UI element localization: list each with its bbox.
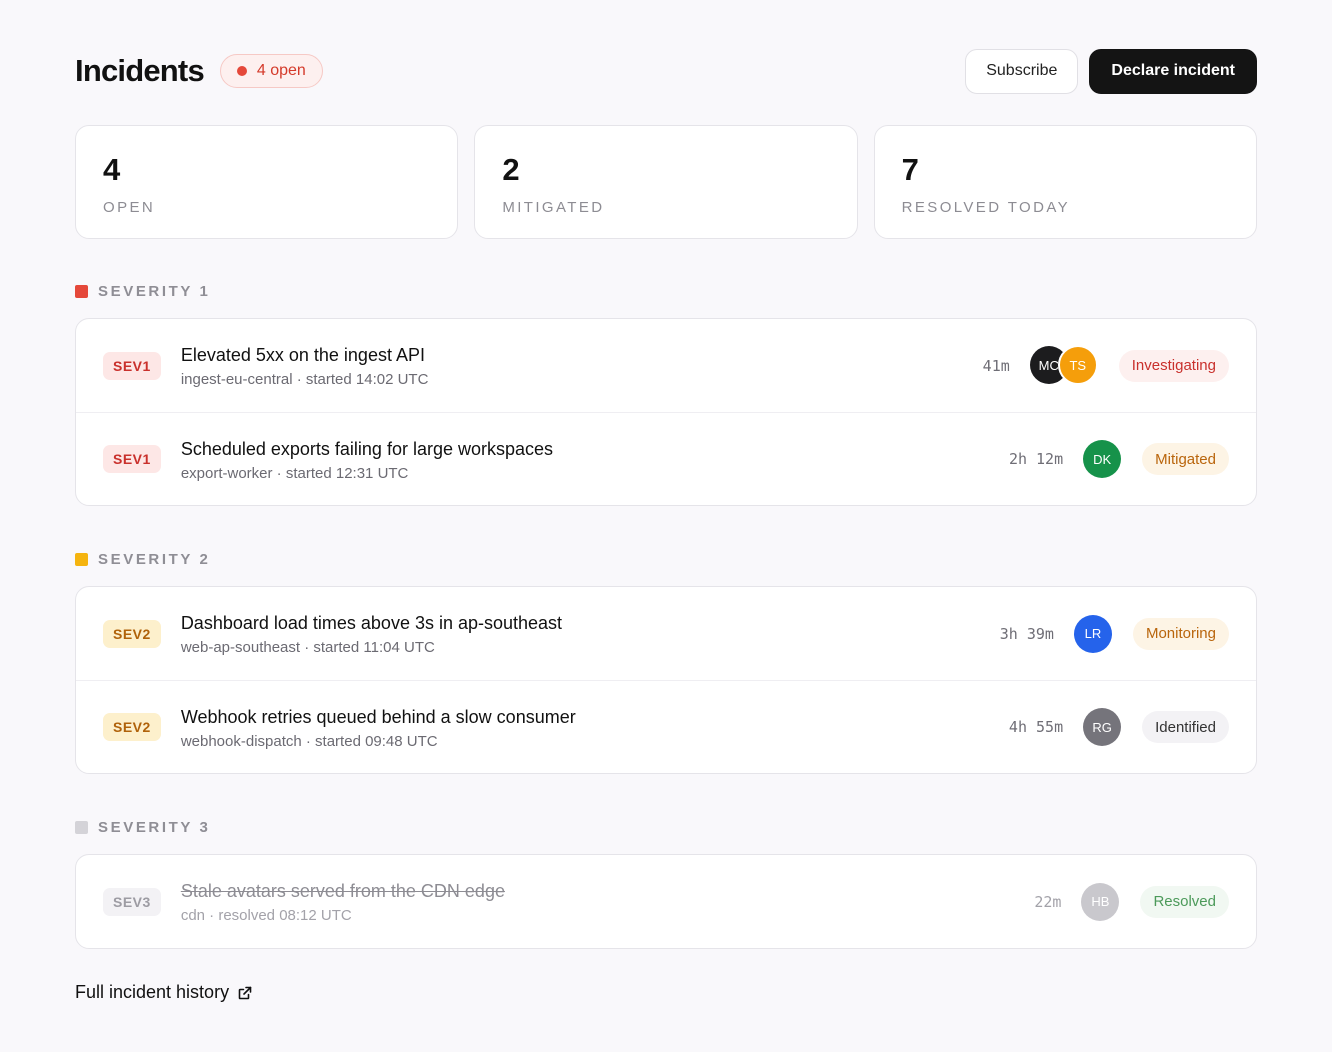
incident-duration: 4h 55m bbox=[1008, 718, 1064, 736]
stat-value: 2 bbox=[502, 152, 520, 187]
incident-list-severity-3: SEV3 Stale avatars served from the CDN e… bbox=[75, 854, 1257, 949]
incident-title[interactable]: Elevated 5xx on the ingest API bbox=[181, 343, 983, 367]
page-header: Incidents 4 open Subscribe Declare incid… bbox=[75, 48, 1257, 94]
incident-row[interactable]: SEV3 Stale avatars served from the CDN e… bbox=[76, 855, 1256, 948]
incidents-page: Incidents 4 open Subscribe Declare incid… bbox=[0, 0, 1332, 1052]
incident-meta: export-worker · started 12:31 UTC bbox=[180, 464, 409, 482]
incident-row[interactable]: SEV1 Elevated 5xx on the ingest API inge… bbox=[76, 319, 1256, 412]
incident-row[interactable]: SEV2 Webhook retries queued behind a slo… bbox=[76, 680, 1256, 773]
incident-title[interactable]: Webhook retries queued behind a slow con… bbox=[181, 705, 1009, 729]
severity-badge: SEV1 bbox=[103, 445, 161, 473]
incident-duration: 3h 39m bbox=[999, 624, 1054, 643]
incident-info: Stale avatars served from the CDN edge c… bbox=[181, 879, 1035, 924]
severity-badge: SEV3 bbox=[103, 887, 161, 916]
open-count-label: 4 open bbox=[256, 62, 306, 79]
full-incident-history-link[interactable]: Full incident history bbox=[75, 982, 253, 1003]
severity-square-icon bbox=[75, 285, 88, 298]
incident-info: Scheduled exports failing for large work… bbox=[181, 437, 1009, 482]
title-group: Incidents 4 open bbox=[75, 53, 323, 89]
section-header-severity-1: SEVERITY 1 bbox=[75, 283, 210, 300]
status-badge: Monitoring bbox=[1132, 617, 1229, 650]
incident-meta: web-ap-southeast · started 11:04 UTC bbox=[180, 639, 435, 656]
incident-right: 3h 39m LR Monitoring bbox=[999, 614, 1229, 653]
stat-card-resolved-today: 7 RESOLVED TODAY bbox=[873, 125, 1257, 239]
incident-right: 4h 55m RG Identified bbox=[1009, 708, 1229, 746]
incident-list-severity-1: SEV1 Elevated 5xx on the ingest API inge… bbox=[75, 318, 1257, 506]
status-badge: Mitigated bbox=[1142, 443, 1229, 475]
page-title: Incidents bbox=[75, 53, 205, 88]
incident-info: Elevated 5xx on the ingest API ingest-eu… bbox=[181, 343, 983, 388]
history-link-label: Full incident history bbox=[75, 982, 230, 1002]
declare-incident-button[interactable]: Declare incident bbox=[1089, 48, 1257, 94]
severity-square-icon bbox=[75, 821, 88, 834]
assignee-avatars: DK bbox=[1083, 440, 1122, 478]
open-count-badge: 4 open bbox=[219, 54, 323, 88]
severity-square-icon bbox=[75, 553, 88, 566]
stat-value: 4 bbox=[103, 152, 121, 187]
stats-row: 4 OPEN 2 MITIGATED 7 RESOLVED TODAY bbox=[75, 125, 1257, 239]
header-actions: Subscribe Declare incident bbox=[965, 48, 1257, 94]
stat-label: MITIGATED bbox=[502, 199, 605, 216]
assignee-avatars: RG bbox=[1083, 708, 1122, 746]
incident-row[interactable]: SEV1 Scheduled exports failing for large… bbox=[76, 412, 1256, 505]
section-header-severity-2: SEVERITY 2 bbox=[75, 551, 210, 568]
incident-right: 41m MC TS Investigating bbox=[982, 345, 1229, 385]
stat-label: RESOLVED TODAY bbox=[901, 199, 1071, 216]
external-link-icon bbox=[238, 986, 252, 999]
incident-duration: 22m bbox=[1034, 892, 1062, 911]
severity-badge: SEV1 bbox=[103, 351, 161, 380]
section-label: SEVERITY 3 bbox=[98, 819, 211, 836]
status-dot-icon bbox=[236, 66, 247, 76]
incident-right: 22m HB Resolved bbox=[1034, 882, 1229, 921]
incident-meta: cdn · resolved 08:12 UTC bbox=[180, 907, 352, 924]
incident-duration: 2h 12m bbox=[1008, 450, 1064, 468]
incident-right: 2h 12m DK Mitigated bbox=[1009, 440, 1229, 478]
avatar[interactable]: HB bbox=[1081, 882, 1120, 921]
stat-value: 7 bbox=[901, 152, 919, 187]
status-badge: Investigating bbox=[1118, 349, 1229, 382]
severity-badge: SEV2 bbox=[103, 619, 161, 648]
incident-meta: ingest-eu-central · started 14:02 UTC bbox=[180, 371, 429, 388]
section-header-severity-3: SEVERITY 3 bbox=[75, 819, 210, 836]
incident-meta: webhook-dispatch · started 09:48 UTC bbox=[180, 732, 438, 750]
avatar[interactable]: DK bbox=[1083, 440, 1122, 478]
section-label: SEVERITY 1 bbox=[98, 283, 211, 300]
assignee-avatars: HB bbox=[1081, 882, 1120, 921]
incident-title[interactable]: Scheduled exports failing for large work… bbox=[181, 437, 1009, 461]
incident-list-severity-2: SEV2 Dashboard load times above 3s in ap… bbox=[75, 586, 1257, 774]
status-badge: Identified bbox=[1142, 711, 1229, 743]
incident-title[interactable]: Dashboard load times above 3s in ap-sout… bbox=[181, 611, 1000, 635]
assignee-avatars: MC TS bbox=[1029, 345, 1098, 385]
avatar[interactable]: RG bbox=[1083, 708, 1122, 746]
stat-card-open: 4 OPEN bbox=[75, 125, 459, 239]
stat-card-mitigated: 2 MITIGATED bbox=[474, 125, 858, 239]
incident-title[interactable]: Stale avatars served from the CDN edge bbox=[181, 879, 1035, 903]
avatar[interactable]: TS bbox=[1057, 345, 1098, 385]
stat-label: OPEN bbox=[103, 199, 156, 216]
assignee-avatars: LR bbox=[1073, 614, 1112, 653]
status-badge: Resolved bbox=[1140, 885, 1229, 918]
incident-info: Dashboard load times above 3s in ap-sout… bbox=[181, 611, 1000, 656]
incident-duration: 41m bbox=[982, 356, 1010, 375]
incident-row[interactable]: SEV2 Dashboard load times above 3s in ap… bbox=[76, 587, 1256, 680]
incident-info: Webhook retries queued behind a slow con… bbox=[181, 705, 1009, 750]
subscribe-button[interactable]: Subscribe bbox=[965, 48, 1079, 94]
severity-badge: SEV2 bbox=[103, 713, 161, 741]
section-label: SEVERITY 2 bbox=[98, 551, 211, 568]
avatar[interactable]: LR bbox=[1073, 614, 1112, 653]
